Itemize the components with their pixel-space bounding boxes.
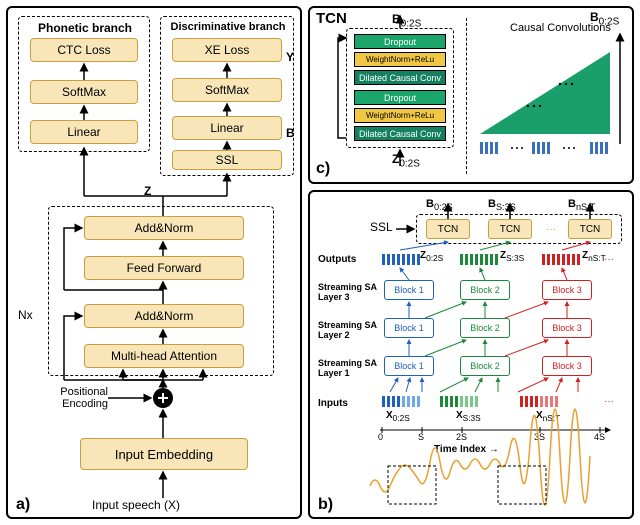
time-index-label: Time Index → xyxy=(434,444,499,455)
tcn-skip-arrows xyxy=(310,8,470,186)
waveform xyxy=(370,464,620,508)
panel-a-tag: a) xyxy=(16,496,30,514)
input-ticks: ··· xyxy=(382,392,632,412)
x1-label: XS:3S xyxy=(456,410,481,423)
tick-3s: 3S xyxy=(534,432,545,442)
panel-c-divider xyxy=(466,18,467,174)
panel-b-tag: b) xyxy=(318,496,333,514)
causal-b-label: B0:2S xyxy=(590,10,619,27)
tick-0: 0 xyxy=(378,432,383,442)
panel-a-arrows xyxy=(8,8,304,521)
panel-b: b) SSL TCN TCN TCN B0:2S BS:3S BnS:T ···… xyxy=(308,190,634,519)
panel-a: Phonetic branch Discriminative branch CT… xyxy=(6,6,302,519)
causal-triangles xyxy=(472,34,630,174)
tick-4s: 4S xyxy=(594,432,605,442)
x0-label: X0:2S xyxy=(386,410,410,423)
panel-c: TCN c) Dropout WeightNorm+ReLu Dilated C… xyxy=(308,6,634,184)
svg-text:···: ··· xyxy=(604,396,614,407)
tick-s: S xyxy=(418,432,424,442)
tick-2s: 2S xyxy=(456,432,467,442)
